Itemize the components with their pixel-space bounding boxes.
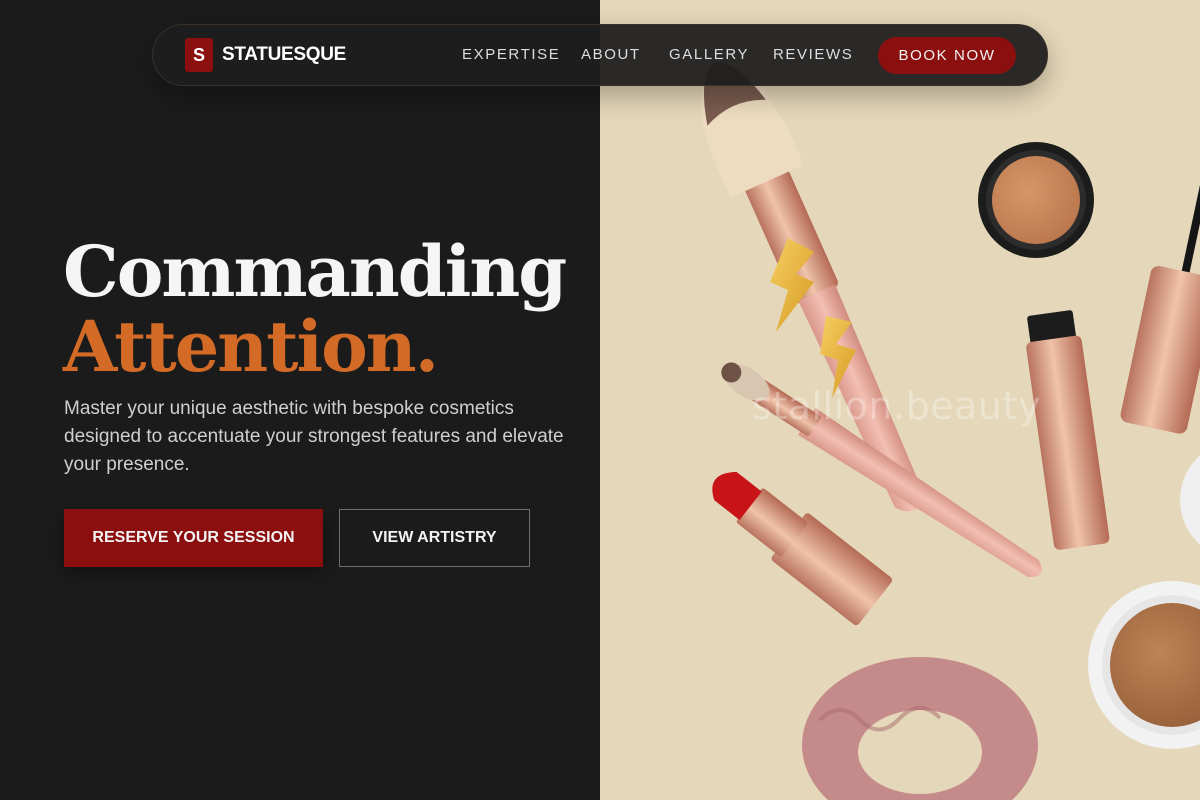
brand-name[interactable]: STATUESQUE bbox=[222, 44, 346, 66]
hero-image: stallion.beauty bbox=[600, 0, 1200, 800]
powder-brush-icon bbox=[701, 62, 925, 512]
nav-link-reviews[interactable]: REVIEWS bbox=[773, 46, 853, 63]
logo-icon[interactable]: S bbox=[185, 38, 213, 72]
top-navbar: S STATUESQUE EXPERTISE ABOUT GALLERY REV… bbox=[152, 24, 1048, 86]
hero-headline-line2: Attention. bbox=[63, 305, 439, 388]
compact-powder-icon bbox=[1088, 581, 1200, 749]
hero-headline-line1: Commanding bbox=[63, 230, 567, 313]
book-now-button[interactable]: BOOK NOW bbox=[878, 37, 1016, 74]
reserve-session-button[interactable]: RESERVE YOUR SESSION bbox=[64, 509, 323, 567]
scrunchie-icon bbox=[802, 657, 1038, 800]
hero-left-panel: Commanding Attention. Master your unique… bbox=[0, 0, 600, 800]
nav-link-about[interactable]: ABOUT bbox=[581, 46, 641, 63]
view-artistry-button[interactable]: VIEW ARTISTRY bbox=[339, 509, 530, 567]
nav-link-gallery[interactable]: GALLERY bbox=[669, 46, 749, 63]
mascara-wand-icon bbox=[1120, 143, 1200, 434]
lipstick-icon bbox=[712, 471, 893, 626]
hero-subtitle: Master your unique aesthetic with bespok… bbox=[64, 398, 564, 475]
watermark-text: stallion.beauty bbox=[752, 384, 1041, 428]
mascara-icon bbox=[1026, 310, 1110, 550]
cream-jar-icon bbox=[978, 142, 1094, 258]
nav-link-expertise[interactable]: EXPERTISE bbox=[462, 46, 560, 63]
